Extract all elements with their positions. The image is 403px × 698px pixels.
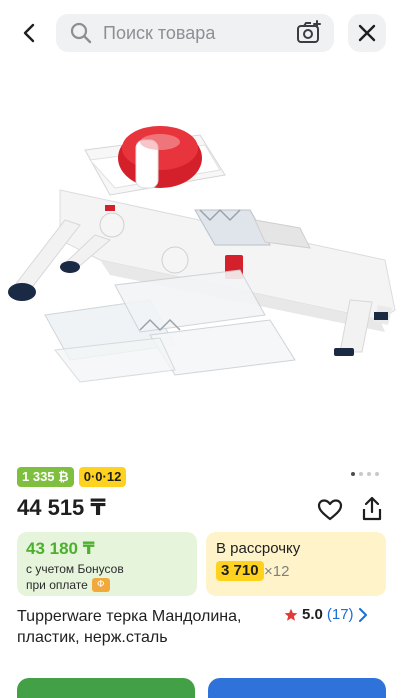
heart-icon (317, 499, 343, 521)
bonus-price: 43 180 ₸ (26, 539, 95, 558)
gallery-dot (359, 472, 363, 476)
installment-label: В рассрочку (216, 540, 301, 557)
camera-search-icon[interactable] (296, 20, 322, 46)
chevron-left-icon (23, 23, 35, 43)
gallery-dot (367, 472, 371, 476)
bonus-note-payment: при оплате Ф (26, 578, 110, 592)
bonus-badge: 1 335 ₿ (17, 467, 74, 487)
search-input[interactable]: Поиск товара (56, 14, 334, 52)
buy-installment-button[interactable] (208, 678, 386, 698)
installment-card[interactable]: В рассрочку 3 710 ×12 (206, 532, 386, 596)
bonus-price-card[interactable]: 43 180 ₸ с учетом Бонусов при оплате Ф (17, 532, 197, 596)
product-rating[interactable]: 5.0 (17) (284, 606, 368, 623)
bonus-note: с учетом Бонусов (26, 562, 124, 576)
share-button[interactable] (358, 495, 386, 523)
bonus-coin-icon: Ф (91, 578, 110, 592)
close-icon (358, 24, 376, 42)
product-image[interactable] (0, 70, 403, 455)
installment-amount: 3 710 (216, 561, 264, 581)
top-bar: Поиск товара (0, 0, 403, 64)
bonus-note-text: при оплате (26, 578, 88, 592)
search-placeholder: Поиск товара (103, 22, 216, 43)
back-button[interactable] (14, 17, 46, 49)
product-title: Tupperware терка Мандолина, пластик, нер… (17, 608, 242, 646)
installment-badge: 0·0·12 (78, 467, 127, 487)
favorite-button[interactable] (316, 496, 344, 524)
product-page: Поиск товара 1 335 ₿ 0·0·12 44 515 ₸ 43 … (0, 0, 403, 698)
rating-score: 5.0 (302, 606, 323, 623)
installment-term: ×12 (264, 563, 290, 580)
gallery-dot (351, 472, 355, 476)
star-icon (284, 608, 298, 621)
gallery-pagination (351, 472, 379, 476)
close-button[interactable] (348, 14, 386, 52)
gallery-dot (375, 472, 379, 476)
review-count[interactable]: (17) (327, 606, 354, 623)
product-price: 44 515 ₸ (17, 495, 106, 520)
add-to-cart-button[interactable] (17, 678, 195, 698)
chevron-right-icon (358, 607, 367, 622)
search-icon (70, 22, 92, 44)
share-icon (362, 496, 382, 521)
badge-row: 1 335 ₿ 0·0·12 (17, 467, 127, 487)
